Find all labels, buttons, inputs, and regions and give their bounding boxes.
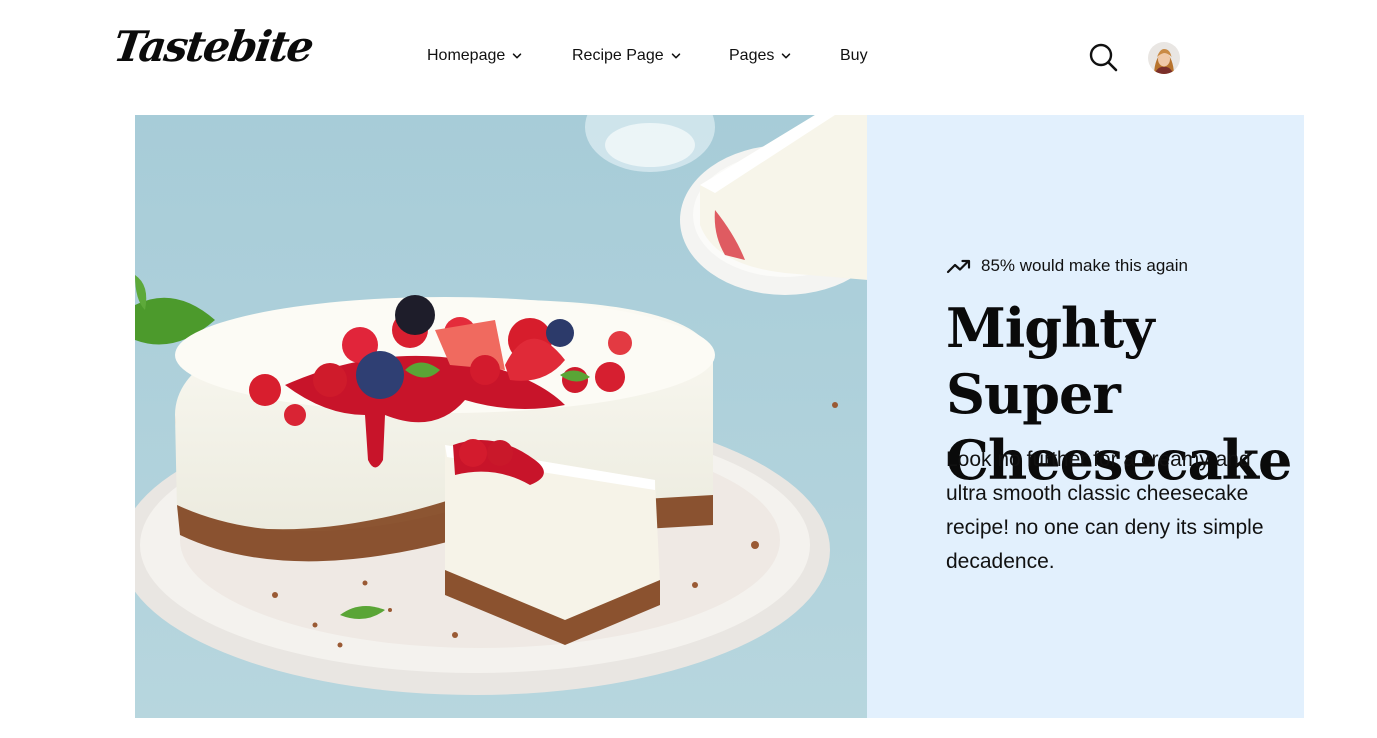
user-avatar[interactable] — [1148, 42, 1180, 74]
brand-logo[interactable]: Tastebite — [111, 22, 316, 71]
nav-item-buy[interactable]: Buy — [840, 47, 868, 65]
cheesecake-image — [135, 115, 868, 718]
recipe-description: Look no further for a creamy and ultra s… — [946, 448, 1264, 573]
nav-item-label: Homepage — [427, 47, 506, 64]
chevron-down-icon — [782, 53, 791, 59]
avatar-image — [1148, 42, 1180, 74]
rating-stat: 85% would make this again — [946, 256, 1188, 276]
chevron-down-icon — [513, 53, 522, 59]
nav-item-pages[interactable]: Pages — [729, 47, 791, 65]
search-icon — [1089, 43, 1118, 72]
hero-image — [135, 115, 868, 718]
nav-item-label: Recipe Page — [572, 47, 664, 64]
trending-up-icon — [946, 259, 971, 274]
nav-item-recipe-page[interactable]: Recipe Page — [572, 47, 681, 65]
hero-info-panel: 85% would make this again Mighty Super C… — [867, 115, 1304, 718]
search-button[interactable] — [1088, 42, 1118, 72]
nav-item-homepage[interactable]: Homepage — [427, 47, 522, 65]
chevron-down-icon — [671, 53, 680, 59]
nav-item-label: Pages — [729, 47, 775, 64]
recipe-title-line-1: Mighty Super — [946, 296, 1155, 426]
nav-item-label: Buy — [840, 47, 868, 64]
rating-stat-text: 85% would make this again — [981, 256, 1188, 275]
